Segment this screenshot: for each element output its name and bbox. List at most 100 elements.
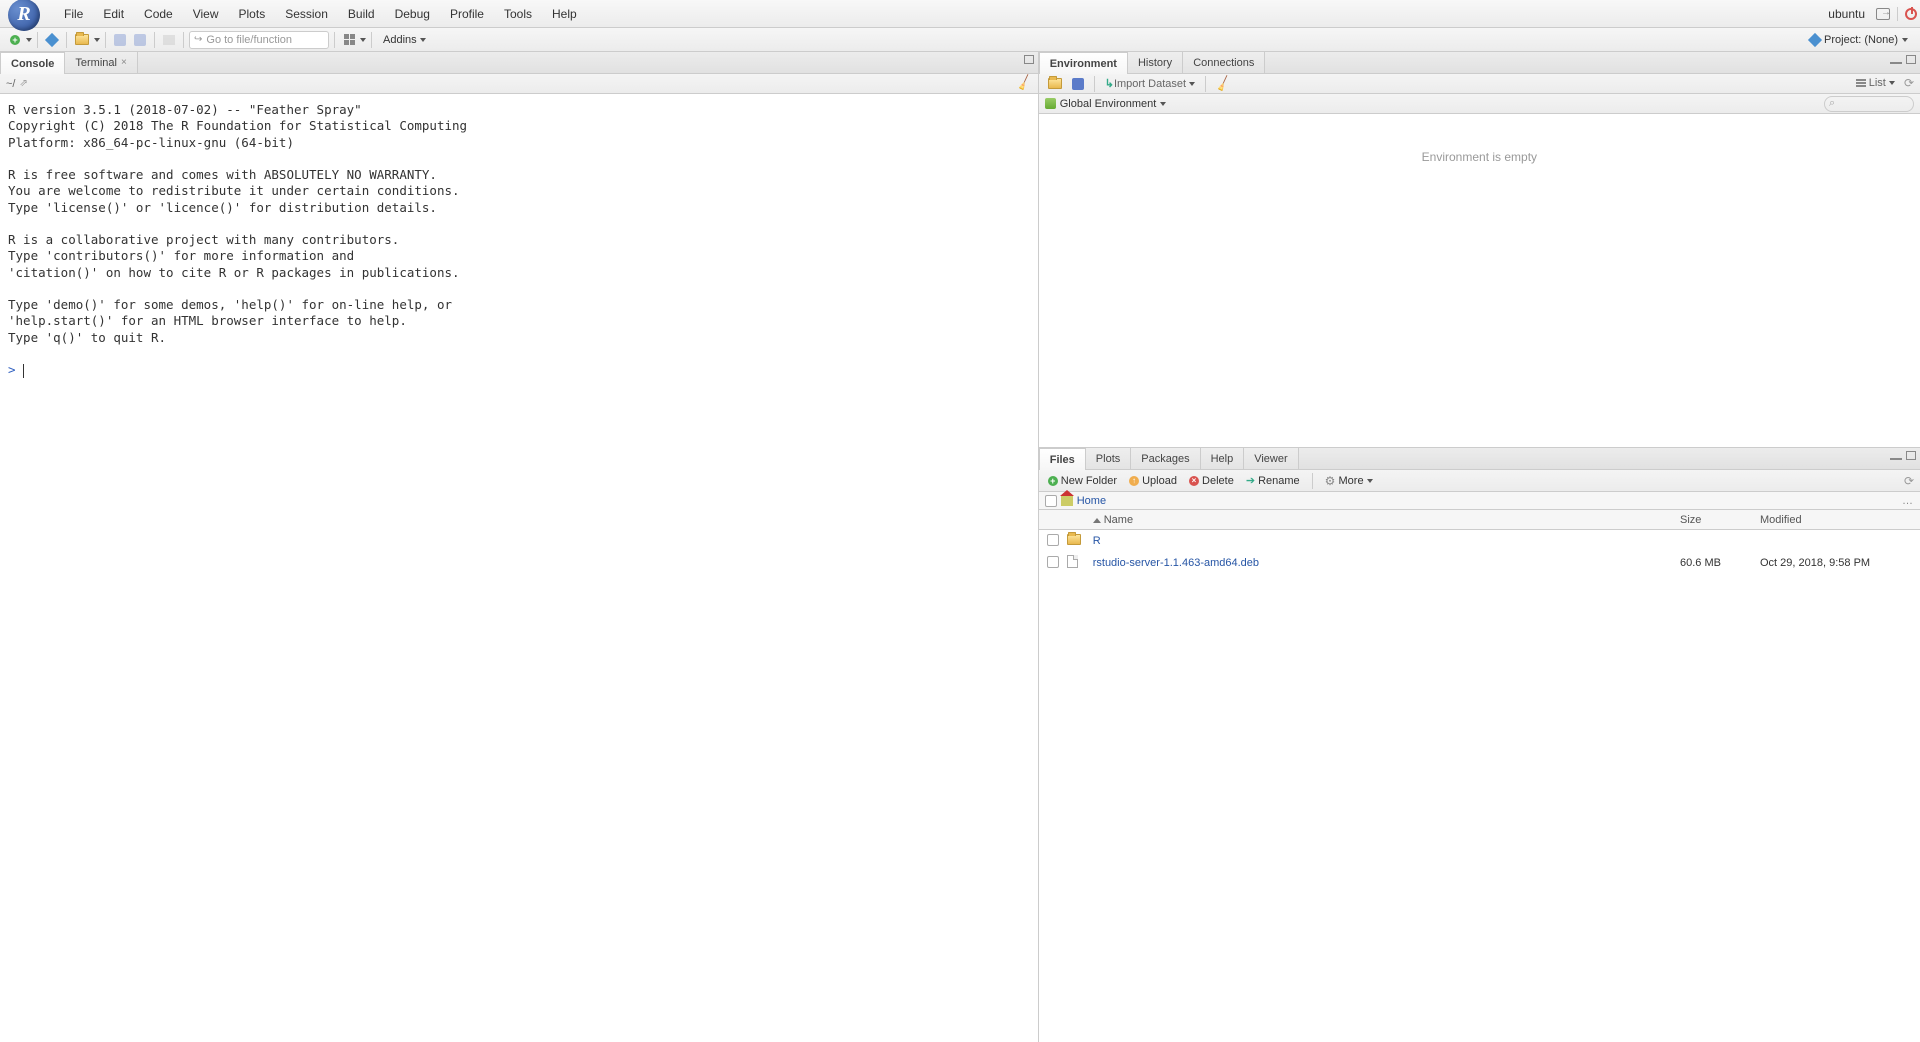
files-minimize-icon[interactable]	[1890, 456, 1902, 460]
env-minimize-icon[interactable]	[1890, 60, 1902, 64]
col-size-header[interactable]: Size	[1680, 514, 1760, 526]
home-icon[interactable]	[1061, 496, 1073, 506]
env-scope-label[interactable]: Global Environment	[1060, 98, 1157, 110]
file-name[interactable]: R	[1093, 535, 1101, 547]
quit-session-button[interactable]	[1902, 5, 1920, 23]
new-file-caret[interactable]	[26, 38, 32, 42]
env-load-button[interactable]	[1045, 75, 1065, 93]
tab-terminal[interactable]: Terminal ×	[65, 52, 137, 73]
files-toolbar: + New Folder ↑ Upload × Delete ➔ Rename …	[1039, 470, 1920, 492]
file-modified: Oct 29, 2018, 9:58 PM	[1760, 557, 1920, 569]
menu-code[interactable]: Code	[134, 0, 183, 27]
gear-icon: ⚙	[1325, 474, 1336, 488]
tab-terminal-label: Terminal	[75, 57, 117, 69]
broom-icon: 🧹	[1015, 74, 1034, 92]
broom-icon: 🧹	[1214, 74, 1233, 92]
save-button[interactable]	[111, 31, 129, 49]
console-clear-button[interactable]: 🧹	[1017, 76, 1032, 90]
col-modified-header[interactable]: Modified	[1760, 514, 1920, 526]
tab-console[interactable]: Console	[0, 52, 65, 74]
select-all-checkbox[interactable]	[1045, 495, 1057, 507]
signout-button[interactable]	[1873, 5, 1893, 23]
col-name-header[interactable]: Name	[1089, 514, 1680, 526]
save-all-button[interactable]	[131, 31, 149, 49]
addins-caret	[420, 38, 426, 42]
tab-viewer[interactable]: Viewer	[1244, 448, 1298, 469]
plus-icon: +	[1048, 476, 1058, 486]
tab-history[interactable]: History	[1128, 52, 1183, 73]
file-row[interactable]: rstudio-server-1.1.463-amd64.deb 60.6 MB…	[1039, 552, 1920, 574]
breadcrumb-home[interactable]: Home	[1077, 495, 1106, 507]
tab-help-pane[interactable]: Help	[1201, 448, 1245, 469]
console-goto-dir-icon[interactable]: ⇗	[19, 78, 27, 89]
search-icon: ⌕	[1829, 97, 1835, 110]
env-save-button[interactable]	[1069, 75, 1087, 93]
console-tabs: Console Terminal ×	[0, 52, 1038, 74]
file-name[interactable]: rstudio-server-1.1.463-amd64.deb	[1093, 557, 1259, 569]
env-view-label: List	[1869, 77, 1886, 89]
signout-icon	[1876, 8, 1890, 20]
env-empty-message: Environment is empty	[1039, 114, 1920, 447]
delete-button[interactable]: × Delete	[1186, 472, 1237, 490]
env-refresh-icon[interactable]: ⟳	[1904, 76, 1914, 90]
project-menu[interactable]: Project: (None)	[1810, 34, 1914, 46]
console-path-bar: ~/ ⇗ 🧹	[0, 74, 1038, 94]
more-label: More	[1339, 475, 1364, 487]
file-size: 60.6 MB	[1680, 557, 1760, 569]
menu-profile[interactable]: Profile	[440, 0, 494, 27]
row-checkbox[interactable]	[1047, 556, 1059, 568]
workspace: Console Terminal × ~/ ⇗ 🧹 R version 3.5.…	[0, 52, 1920, 1042]
menu-plots[interactable]: Plots	[229, 0, 276, 27]
new-folder-button[interactable]: + New Folder	[1045, 472, 1120, 490]
files-path-menu[interactable]: …	[1902, 495, 1914, 507]
env-scope-caret[interactable]	[1160, 102, 1166, 106]
menu-session[interactable]: Session	[275, 0, 338, 27]
tab-terminal-close[interactable]: ×	[121, 57, 127, 68]
open-folder-icon	[75, 34, 89, 45]
menu-help[interactable]: Help	[542, 0, 587, 27]
open-recent-caret[interactable]	[94, 38, 100, 42]
files-refresh-icon[interactable]: ⟳	[1904, 474, 1914, 488]
open-file-button[interactable]	[72, 31, 92, 49]
save-icon	[1072, 78, 1084, 90]
row-checkbox[interactable]	[1047, 534, 1059, 546]
file-row[interactable]: R	[1039, 530, 1920, 552]
menu-build[interactable]: Build	[338, 0, 385, 27]
addins-menu[interactable]: Addins	[377, 34, 432, 46]
env-clear-button[interactable]: 🧹	[1213, 75, 1234, 93]
env-view-mode[interactable]: List ⟳	[1856, 76, 1914, 90]
menu-view[interactable]: View	[183, 0, 229, 27]
env-maximize-icon[interactable]	[1906, 55, 1916, 64]
more-button[interactable]: ⚙ More	[1322, 472, 1376, 490]
menu-debug[interactable]: Debug	[385, 0, 440, 27]
env-import-button[interactable]: ↳ Import Dataset	[1102, 75, 1198, 93]
rename-button[interactable]: ➔ Rename	[1243, 472, 1303, 490]
menu-edit[interactable]: Edit	[93, 0, 134, 27]
env-search-input[interactable]: ⌕	[1824, 96, 1914, 112]
console-maximize-icon[interactable]	[1024, 55, 1034, 64]
new-file-button[interactable]: +	[6, 31, 24, 49]
new-project-button[interactable]	[43, 31, 61, 49]
env-scope-bar: Global Environment ⌕	[1039, 94, 1920, 114]
goto-file-input[interactable]: ↪ Go to file/function	[189, 31, 329, 49]
env-toolbar: ↳ Import Dataset 🧹 List ⟳	[1039, 74, 1920, 94]
plus-icon: +	[10, 35, 20, 45]
tab-packages[interactable]: Packages	[1131, 448, 1200, 469]
files-maximize-icon[interactable]	[1906, 451, 1916, 460]
more-caret	[1367, 479, 1373, 483]
menu-tools[interactable]: Tools	[494, 0, 542, 27]
tab-plots-pane[interactable]: Plots	[1086, 448, 1131, 469]
rename-label: Rename	[1258, 475, 1300, 487]
env-scope-icon	[1045, 98, 1056, 109]
print-button[interactable]	[160, 31, 178, 49]
pane-layout-button[interactable]	[340, 31, 358, 49]
tab-connections[interactable]: Connections	[1183, 52, 1265, 73]
tab-environment[interactable]: Environment	[1039, 52, 1128, 74]
tab-files[interactable]: Files	[1039, 448, 1086, 470]
pane-layout-caret[interactable]	[360, 38, 366, 42]
console-output[interactable]: R version 3.5.1 (2018-07-02) -- "Feather…	[0, 94, 1038, 1042]
menu-file[interactable]: File	[54, 0, 93, 27]
delete-icon: ×	[1189, 476, 1199, 486]
upload-button[interactable]: ↑ Upload	[1126, 472, 1180, 490]
global-toolbar: + ↪ Go to file/function Addins Project: …	[0, 28, 1920, 52]
